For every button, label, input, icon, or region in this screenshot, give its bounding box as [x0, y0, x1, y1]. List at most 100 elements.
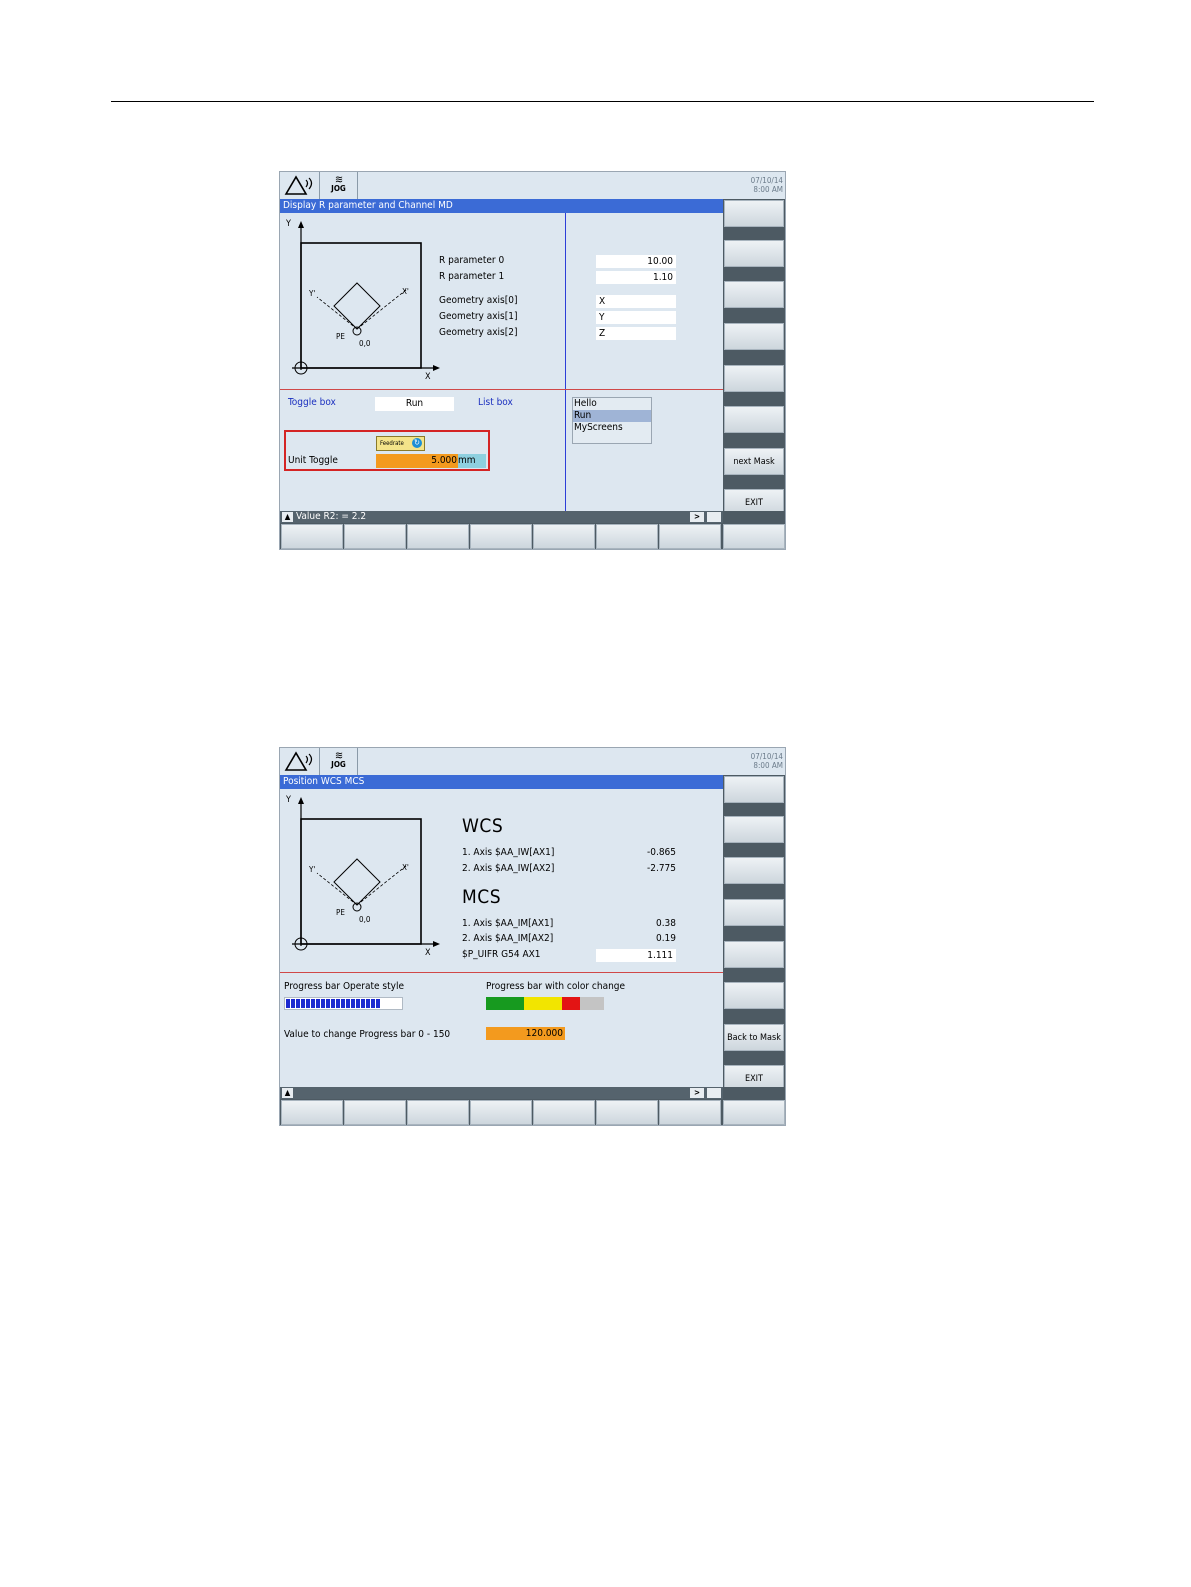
list-box[interactable]: Hello Run MyScreens: [572, 397, 652, 444]
geometry-axis-1-field[interactable]: Y: [596, 311, 676, 324]
main-panel: Y X X' Y' PE 0,0 R parameter 0 R paramet…: [280, 213, 723, 511]
softkey-h4[interactable]: [470, 524, 532, 549]
softkey-h3[interactable]: [407, 1100, 469, 1125]
progress-operate-fill: [286, 999, 380, 1008]
unit-toggle-field[interactable]: 5.000 mm: [376, 454, 486, 468]
mcs-axis-2-value: 0.19: [655, 933, 676, 944]
softkey-h8[interactable]: [723, 524, 785, 549]
r-param-0-field[interactable]: 10.00: [596, 255, 676, 268]
header-bar: ≋ JOG 07/10/14 8:00 AM: [280, 748, 785, 775]
r-param-1-field[interactable]: 1.10: [596, 271, 676, 284]
back-to-mask-button[interactable]: Back to Mask: [724, 1024, 784, 1051]
geometry-axis-2-label: Geometry axis[2]: [439, 327, 518, 338]
scroll-up-icon[interactable]: ▲: [282, 512, 293, 522]
status-extra-button[interactable]: [707, 512, 721, 522]
scroll-right-icon[interactable]: >: [690, 512, 704, 522]
softkey-v3[interactable]: [724, 281, 784, 308]
coordinate-diagram: [292, 221, 440, 375]
wcs-axis-2-label: 2. Axis $AA_IW[AX2]: [462, 863, 555, 874]
softkey-v6[interactable]: [724, 982, 784, 1009]
y-axis-label: Y: [286, 795, 291, 805]
header-bar: ≋ JOG 07/10/14 8:00 AM: [280, 172, 785, 199]
softkey-h7[interactable]: [659, 1100, 721, 1125]
softkey-v5[interactable]: [724, 941, 784, 968]
progress-segment-green: [486, 997, 524, 1010]
horizontal-softkey-bar: [280, 523, 785, 549]
wcs-axis-1-value: -0.865: [647, 847, 676, 858]
x-axis-label: X: [425, 948, 431, 958]
pe-label: PE: [336, 332, 345, 341]
toggle-refresh-icon: ↻: [412, 438, 422, 448]
pe-label: PE: [336, 908, 345, 917]
scroll-up-icon[interactable]: ▲: [282, 1088, 293, 1098]
softkey-v4[interactable]: [724, 323, 784, 350]
softkey-h6[interactable]: [596, 1100, 658, 1125]
y-axis-label: Y: [286, 219, 291, 229]
date-time: 07/10/14 8:00 AM: [751, 176, 783, 194]
screen-display-r-parameter: ≋ JOG 07/10/14 8:00 AM Display R paramet…: [279, 171, 786, 550]
scroll-right-icon[interactable]: >: [690, 1088, 704, 1098]
softkey-h3[interactable]: [407, 524, 469, 549]
mcs-axis-1-value: 0.38: [655, 918, 676, 929]
x-axis-label: X: [425, 372, 431, 382]
status-extra-button[interactable]: [707, 1088, 721, 1098]
mcs-axis-2-label: 2. Axis $AA_IM[AX2]: [462, 933, 554, 944]
progress-operate-label: Progress bar Operate style: [284, 981, 404, 992]
list-item-myscreens[interactable]: MyScreens: [573, 422, 651, 434]
r-param-0-label: R parameter 0: [439, 255, 505, 266]
geometry-axis-2-field[interactable]: Z: [596, 327, 676, 340]
jog-mode-label: JOG: [331, 760, 346, 769]
main-panel: Y X X' Y' PE 0,0 WCS 1. Axis $AA_IW[AX1]…: [280, 789, 723, 1087]
list-item-hello[interactable]: Hello: [573, 398, 651, 410]
softkey-h5[interactable]: [533, 524, 595, 549]
y-prime-label: Y': [309, 865, 316, 874]
list-item-run-selected[interactable]: Run: [573, 410, 651, 422]
y-prime-label: Y': [309, 289, 316, 298]
value-change-field[interactable]: 120.000: [486, 1027, 565, 1040]
softkey-v5[interactable]: [724, 365, 784, 392]
softkey-h1[interactable]: [281, 524, 343, 549]
unit-toggle-unit: mm: [458, 455, 476, 466]
vertical-divider: [565, 213, 566, 511]
softkey-h1[interactable]: [281, 1100, 343, 1125]
softkey-v2[interactable]: [724, 816, 784, 843]
unit-toggle-value: 5.000: [376, 454, 458, 468]
softkey-v2[interactable]: [724, 240, 784, 267]
x-prime-label: X': [402, 287, 409, 296]
wcs-axis-2-value: -2.775: [647, 863, 676, 874]
page-header-rule: [111, 101, 1094, 102]
horizontal-divider: [280, 972, 723, 973]
softkey-v4[interactable]: [724, 899, 784, 926]
softkey-h2[interactable]: [344, 1100, 406, 1125]
softkey-v1[interactable]: [724, 200, 784, 227]
softkey-v3[interactable]: [724, 857, 784, 884]
feedrate-toggle-button[interactable]: Feedrate ↻: [376, 436, 425, 451]
softkey-v1[interactable]: [724, 776, 784, 803]
toggle-box-field[interactable]: Run: [375, 397, 454, 411]
vertical-softkey-bar: Back to Mask EXIT: [723, 775, 785, 1092]
toggle-box-label: Toggle box: [288, 397, 336, 408]
softkey-h5[interactable]: [533, 1100, 595, 1125]
status-corner: [723, 1087, 785, 1099]
vertical-softkey-bar: next Mask EXIT: [723, 199, 785, 516]
softkey-v6[interactable]: [724, 406, 784, 433]
message-bar: ▲ Value R2: = 2.2 >: [280, 511, 723, 523]
softkey-h8[interactable]: [723, 1100, 785, 1125]
date-text: 07/10/14: [750, 176, 783, 185]
coordinate-diagram: [292, 797, 440, 951]
jog-mode-indicator: ≋ JOG: [320, 172, 358, 199]
softkey-h4[interactable]: [470, 1100, 532, 1125]
next-mask-button[interactable]: next Mask: [724, 448, 784, 475]
uifr-field[interactable]: 1.111: [596, 949, 676, 962]
window-title: Position WCS MCS: [280, 775, 723, 789]
r-param-1-label: R parameter 1: [439, 271, 505, 282]
time-text: 8:00 AM: [753, 185, 783, 194]
softkey-h7[interactable]: [659, 524, 721, 549]
softkey-h2[interactable]: [344, 524, 406, 549]
progress-bar-operate-style: [284, 997, 403, 1010]
progress-segment-red: [562, 997, 580, 1010]
geometry-axis-0-field[interactable]: X: [596, 295, 676, 308]
softkey-h6[interactable]: [596, 524, 658, 549]
value-change-label: Value to change Progress bar 0 - 150: [284, 1029, 451, 1040]
wcs-heading: WCS: [462, 815, 504, 837]
